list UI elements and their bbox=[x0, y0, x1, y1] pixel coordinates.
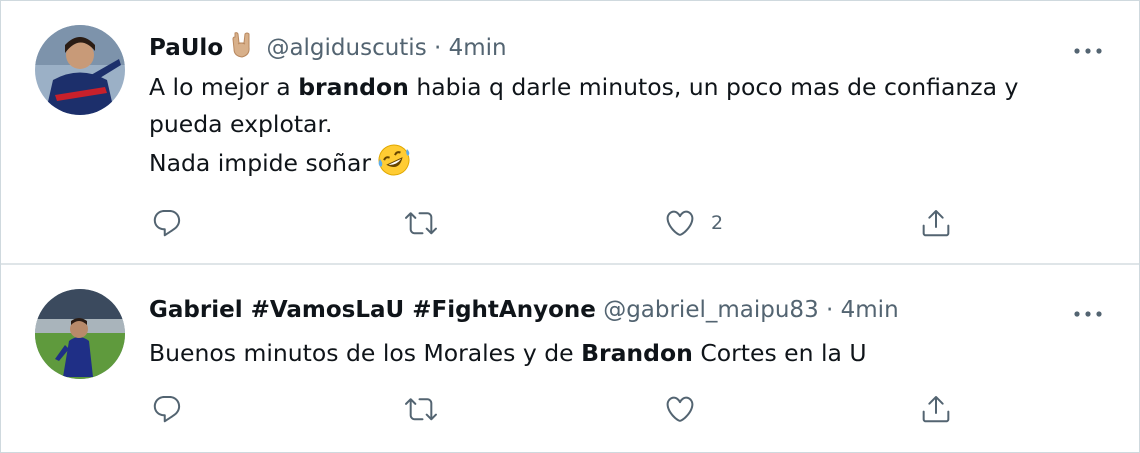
tweet-text: Buenos minutos de los Morales y de Brand… bbox=[149, 335, 867, 372]
retweet-button[interactable] bbox=[403, 389, 453, 429]
more-icon[interactable] bbox=[1073, 304, 1103, 317]
text-segment: Buenos minutos de los Morales y de bbox=[149, 339, 582, 367]
separator-dot: · bbox=[826, 297, 834, 323]
heart-icon bbox=[663, 393, 697, 425]
highlighted-term: Brandon bbox=[581, 339, 693, 367]
tweet-list: PaUlo @algiduscutis · 4min A lo mejor a … bbox=[0, 0, 1140, 453]
retweet-icon bbox=[403, 393, 439, 425]
share-button[interactable] bbox=[919, 389, 953, 429]
share-icon bbox=[919, 393, 953, 425]
text-segment: Cortes en la U bbox=[692, 339, 867, 367]
tweet-header: Gabriel #VamosLaU #FightAnyone @gabriel_… bbox=[149, 295, 899, 325]
display-name[interactable]: Gabriel #VamosLaU #FightAnyone bbox=[149, 297, 596, 323]
timestamp[interactable]: 4min bbox=[841, 297, 899, 323]
reply-icon bbox=[151, 393, 183, 425]
like-button[interactable] bbox=[663, 389, 711, 429]
reply-button[interactable] bbox=[151, 389, 197, 429]
tweet-actions bbox=[1, 389, 1139, 429]
user-handle[interactable]: @gabriel_maipu83 bbox=[603, 297, 819, 323]
tweet[interactable]: Gabriel #VamosLaU #FightAnyone @gabriel_… bbox=[1, 1, 1139, 452]
